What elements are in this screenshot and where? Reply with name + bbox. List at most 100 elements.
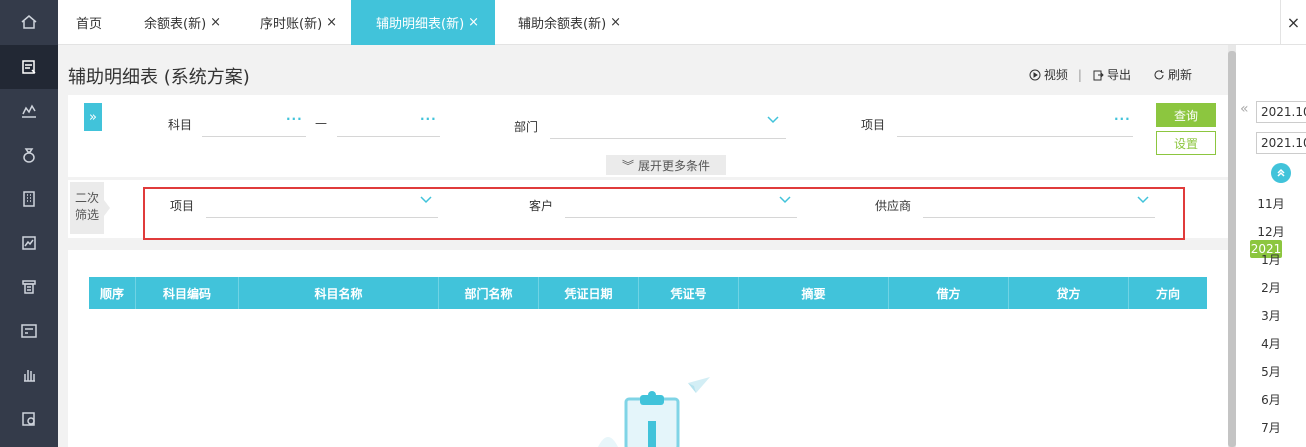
close-icon[interactable]: × (468, 15, 479, 30)
collapse-panel-icon[interactable]: « (1240, 101, 1249, 117)
column-header[interactable]: 顺序 (89, 277, 136, 309)
chevron-down-icon[interactable] (767, 116, 779, 124)
tab-label: 辅助明细表(新) (376, 17, 465, 32)
table-header: 顺序 科目编码 科目名称 部门名称 凭证日期 凭证号 摘要 借方 贷方 方向 (89, 277, 1207, 309)
month-item[interactable]: 4月 (1256, 335, 1286, 352)
building-icon[interactable] (0, 177, 58, 221)
video-label: 视频 (1043, 68, 1068, 82)
supplier-select[interactable] (923, 217, 1155, 218)
more-conditions-button[interactable]: ︾ 展开更多条件 (606, 155, 726, 175)
close-icon[interactable]: × (610, 15, 621, 30)
refresh-button[interactable]: 刷新 (1153, 66, 1192, 83)
column-header[interactable]: 凭证日期 (539, 277, 639, 309)
chevron-down-icon[interactable] (1137, 196, 1149, 204)
settings-doc-icon[interactable] (0, 397, 58, 441)
column-header[interactable]: 凭证号 (639, 277, 739, 309)
empty-clipboard-icon (598, 377, 710, 447)
column-header[interactable]: 摘要 (739, 277, 889, 309)
subject-from-input[interactable] (202, 136, 306, 137)
column-header[interactable]: 方向 (1129, 277, 1207, 309)
hand-icon[interactable] (0, 353, 58, 397)
tab-bar: 首页 余额表(新) × 序时账(新) × 辅助明细表(新) × 辅助余额表(新)… (58, 0, 1306, 45)
column-header[interactable]: 贷方 (1009, 277, 1129, 309)
dept-label: 部门 (514, 120, 539, 134)
query-button[interactable]: 查询 (1156, 103, 1216, 127)
invoice-icon[interactable] (0, 309, 58, 353)
column-header[interactable]: 科目编码 (136, 277, 239, 309)
month-item[interactable]: 2月 (1256, 279, 1286, 296)
video-button[interactable]: 视频 (1029, 66, 1068, 83)
money-bag-icon[interactable] (0, 133, 58, 177)
more-conditions-label: 展开更多条件 (638, 158, 711, 173)
tab-aux-detail[interactable]: 辅助明细表(新) × (351, 0, 495, 45)
double-chevron-up-icon (1277, 168, 1285, 177)
end-period-input[interactable]: 2021.10 (1256, 132, 1306, 154)
filter-panel: » 科目 ··· — ··· 部门 项目 ··· ︾ 展开更多条件 查询 设置 (68, 95, 1228, 177)
date-panel: « 2021.10 2021.10 11月 12月 2021 1月 2月 3月 … (1236, 45, 1306, 447)
tab-balance[interactable]: 余额表(新) × (144, 0, 221, 45)
page-title: 辅助明细表 (系统方案) (68, 67, 250, 88)
tab-label: 首页 (76, 17, 103, 32)
grid-area: 顺序 科目编码 科目名称 部门名称 凭证日期 凭证号 摘要 借方 贷方 方向 (68, 250, 1228, 447)
scroll-up-button[interactable] (1271, 163, 1291, 183)
home-icon[interactable] (0, 0, 58, 44)
secondary-tag-arrow (104, 200, 110, 216)
vertical-scrollbar[interactable] (1228, 45, 1236, 447)
close-icon[interactable]: × (210, 15, 221, 30)
chevron-down-icon[interactable] (420, 196, 432, 204)
main-page: 辅助明细表 (系统方案) 视频 | 导出 刷新 » 科目 ··· — ··· 部… (58, 45, 1228, 447)
toolbar-separator: | (1077, 67, 1082, 82)
column-header[interactable]: 借方 (889, 277, 1009, 309)
secondary-filter-line2: 筛选 (74, 208, 99, 222)
start-period-input[interactable]: 2021.10 (1256, 101, 1306, 123)
month-item[interactable]: 5月 (1256, 363, 1286, 380)
project-label: 项目 (861, 118, 886, 132)
project-input[interactable] (897, 136, 1133, 137)
tab-aux-balance[interactable]: 辅助余额表(新) × (518, 0, 621, 45)
secondary-filter-panel: 二次 筛选 项目 客户 供应商 (68, 180, 1228, 240)
month-item[interactable]: 1月 (1256, 251, 1286, 268)
customer-select[interactable] (565, 217, 797, 218)
supplier-label: 供应商 (875, 199, 912, 213)
month-item[interactable]: 6月 (1256, 391, 1286, 408)
dept-select[interactable] (550, 138, 786, 139)
month-item[interactable]: 3月 (1256, 307, 1286, 324)
subject-label: 科目 (168, 118, 193, 132)
chevron-down-icon[interactable] (779, 196, 791, 204)
secondary-project-select[interactable] (206, 217, 438, 218)
refresh-label: 刷新 (1167, 68, 1192, 82)
secondary-filter-tag: 二次 筛选 (70, 182, 104, 234)
expand-sidebar-button[interactable]: » (84, 103, 102, 131)
tab-label: 辅助余额表(新) (518, 17, 607, 32)
month-item[interactable]: 12月 (1256, 223, 1286, 240)
ledger-icon[interactable] (0, 45, 58, 89)
report-icon[interactable] (0, 221, 58, 265)
subject-to-input[interactable] (337, 136, 440, 137)
close-all-icon[interactable]: × (1280, 0, 1306, 45)
project-picker-icon[interactable]: ··· (1114, 112, 1131, 126)
export-button[interactable]: 导出 (1092, 66, 1131, 83)
range-dash: — (315, 116, 327, 130)
asset-icon[interactable] (0, 265, 58, 309)
month-item[interactable]: 11月 (1256, 195, 1286, 212)
tab-home[interactable]: 首页 (76, 0, 102, 45)
tab-label: 余额表(新) (144, 17, 207, 32)
column-header[interactable]: 科目名称 (239, 277, 439, 309)
tab-journal[interactable]: 序时账(新) × (260, 0, 337, 45)
secondary-project-label: 项目 (170, 199, 195, 213)
subject-from-picker-icon[interactable]: ··· (286, 112, 303, 126)
column-header[interactable]: 部门名称 (439, 277, 539, 309)
customer-label: 客户 (529, 199, 554, 213)
chart-icon[interactable] (0, 89, 58, 133)
toolbar: 视频 | 导出 刷新 (1029, 66, 1192, 83)
left-sidebar (0, 0, 58, 447)
tab-label: 序时账(新) (260, 17, 323, 32)
scrollbar-thumb[interactable] (1228, 51, 1236, 447)
highlight-box (143, 187, 1185, 240)
settings-button[interactable]: 设置 (1156, 131, 1216, 155)
secondary-filter-line1: 二次 (74, 191, 99, 205)
month-item[interactable]: 7月 (1256, 419, 1286, 436)
export-label: 导出 (1106, 68, 1131, 82)
close-icon[interactable]: × (326, 15, 337, 30)
subject-to-picker-icon[interactable]: ··· (420, 112, 437, 126)
